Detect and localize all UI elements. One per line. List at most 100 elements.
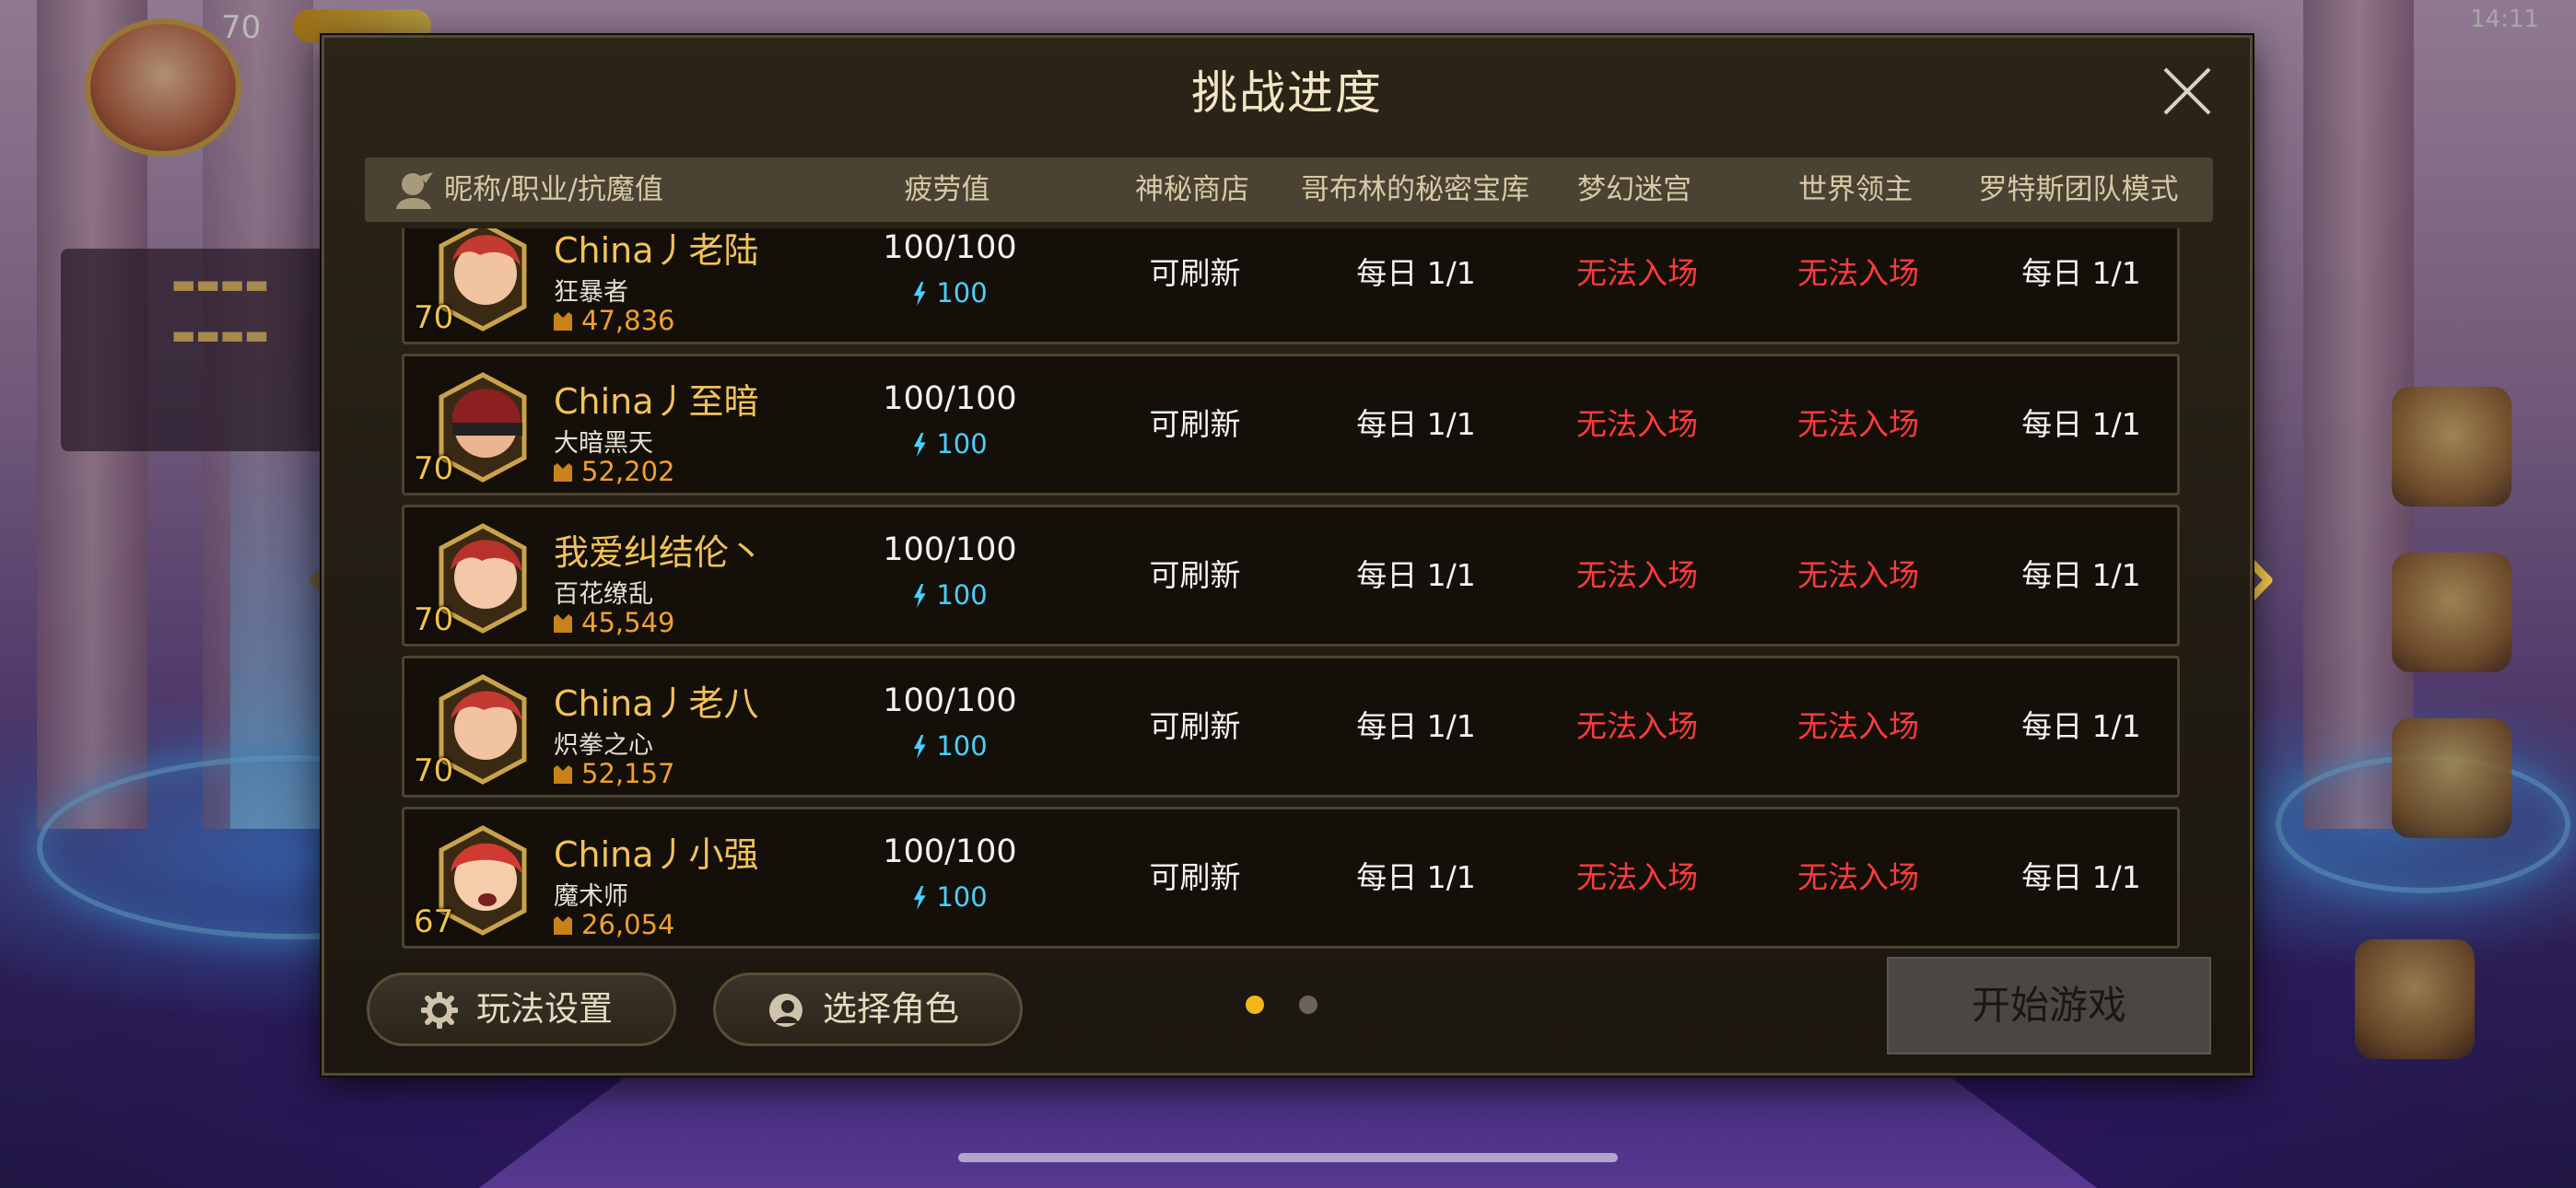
fatigue-value: 100/100 xyxy=(883,833,1017,870)
mystery-shop-status: 可刷新 xyxy=(1149,255,1241,291)
mystery-shop-status: 可刷新 xyxy=(1149,406,1241,442)
energy-value: 100 xyxy=(839,881,1060,913)
anti-magic-number: 26,054 xyxy=(581,909,675,940)
table-row[interactable]: 70 我爱纠结伦丶 百花缭乱 45,549 100/100 100 可刷新 每日… xyxy=(402,505,2180,646)
anti-magic-icon xyxy=(554,614,572,633)
header-nickname: 昵称/职业/抗魔值 xyxy=(444,173,663,206)
header-world-boss: 世界领主 xyxy=(1798,173,1913,206)
anti-magic-value: 26,054 xyxy=(554,909,674,940)
anti-magic-number: 52,157 xyxy=(581,758,675,789)
character-name: China丿老八 xyxy=(554,683,759,724)
start-game-button[interactable]: 开始游戏 xyxy=(1887,957,2211,1054)
character-class: 百花缭乱 xyxy=(554,580,653,609)
character-list[interactable]: 70 China丿老陆 狂暴者 47,836 100/100 100 可刷新 每… xyxy=(402,228,2180,976)
character-level: 70 xyxy=(414,601,454,638)
character-switch-icon xyxy=(769,994,802,1027)
header-fatigue: 疲劳值 xyxy=(904,173,990,206)
mystery-shop-status: 可刷新 xyxy=(1149,708,1241,744)
select-character-button[interactable]: 选择角色 xyxy=(713,973,1023,1046)
lotus-raid-status: 每日 1/1 xyxy=(2021,859,2141,895)
energy-value: 100 xyxy=(839,428,1060,460)
character-level: 70 xyxy=(414,450,454,487)
gameplay-settings-button[interactable]: 玩法设置 xyxy=(367,973,676,1046)
header-mystery-shop: 神秘商店 xyxy=(1135,173,1249,206)
table-row[interactable]: 67 China丿小强 魔术师 26,054 100/100 100 可刷新 每… xyxy=(402,807,2180,949)
anti-magic-value: 45,549 xyxy=(554,607,674,638)
character-name: 我爱纠结伦丶 xyxy=(554,532,765,573)
anti-magic-icon xyxy=(554,463,572,482)
dream-maze-status: 无法入场 xyxy=(1576,708,1698,744)
anti-magic-icon xyxy=(554,765,572,784)
character-silhouette-icon xyxy=(396,172,433,209)
lightning-icon xyxy=(913,886,926,910)
select-character-label: 选择角色 xyxy=(823,989,959,1029)
character-level: 67 xyxy=(414,903,454,940)
dream-maze-status: 无法入场 xyxy=(1576,406,1698,442)
anti-magic-value: 47,836 xyxy=(554,305,674,336)
lightning-icon xyxy=(913,735,926,759)
fatigue-value: 100/100 xyxy=(883,229,1017,266)
fatigue-value: 100/100 xyxy=(883,531,1017,568)
energy-value: 100 xyxy=(839,579,1060,611)
energy-value: 100 xyxy=(839,730,1060,762)
lightning-icon xyxy=(913,584,926,608)
gameplay-settings-label: 玩法设置 xyxy=(476,989,613,1029)
character-class: 炽拳之心 xyxy=(554,731,653,760)
anti-magic-icon xyxy=(554,916,572,935)
energy-number: 100 xyxy=(936,730,988,762)
character-level: 70 xyxy=(414,299,454,336)
character-level: 70 xyxy=(414,752,454,789)
close-icon[interactable] xyxy=(2161,65,2213,117)
mystery-shop-status: 可刷新 xyxy=(1149,557,1241,593)
world-boss-status: 无法入场 xyxy=(1797,406,1919,442)
page-dot[interactable] xyxy=(1299,996,1317,1014)
home-indicator[interactable] xyxy=(958,1153,1618,1162)
energy-number: 100 xyxy=(936,579,988,611)
character-class: 大暗黑天 xyxy=(554,429,653,458)
goblin-vault-status: 每日 1/1 xyxy=(1356,557,1476,593)
world-boss-status: 无法入场 xyxy=(1797,255,1919,291)
table-row[interactable]: 70 China丿至暗 大暗黑天 52,202 100/100 100 可刷新 … xyxy=(402,354,2180,495)
dream-maze-status: 无法入场 xyxy=(1576,557,1698,593)
header-dream-maze: 梦幻迷宫 xyxy=(1577,173,1692,206)
character-class: 狂暴者 xyxy=(554,278,628,307)
goblin-vault-status: 每日 1/1 xyxy=(1356,708,1476,744)
character-name: China丿至暗 xyxy=(554,381,759,422)
lotus-raid-status: 每日 1/1 xyxy=(2021,557,2141,593)
anti-magic-value: 52,202 xyxy=(554,456,674,487)
anti-magic-number: 45,549 xyxy=(581,607,675,638)
header-lotus-raid: 罗特斯团队模式 xyxy=(1978,173,2179,206)
energy-value: 100 xyxy=(839,277,1060,309)
goblin-vault-status: 每日 1/1 xyxy=(1356,255,1476,291)
lotus-raid-status: 每日 1/1 xyxy=(2021,255,2141,291)
lightning-icon xyxy=(913,282,926,306)
table-header: 昵称/职业/抗魔值 疲劳值 神秘商店 哥布林的秘密宝库 梦幻迷宫 世界领主 罗特… xyxy=(365,157,2213,222)
header-goblin-vault: 哥布林的秘密宝库 xyxy=(1301,173,1529,206)
character-name: China丿小强 xyxy=(554,834,759,875)
dialog-title: 挑战进度 xyxy=(1191,66,1383,120)
dream-maze-status: 无法入场 xyxy=(1576,255,1698,291)
goblin-vault-status: 每日 1/1 xyxy=(1356,859,1476,895)
anti-magic-value: 52,157 xyxy=(554,758,674,789)
character-name: China丿老陆 xyxy=(554,230,759,271)
energy-number: 100 xyxy=(936,881,988,913)
world-boss-status: 无法入场 xyxy=(1797,708,1919,744)
world-boss-status: 无法入场 xyxy=(1797,859,1919,895)
table-row[interactable]: 70 China丿老八 炽拳之心 52,157 100/100 100 可刷新 … xyxy=(402,656,2180,798)
table-row[interactable]: 70 China丿老陆 狂暴者 47,836 100/100 100 可刷新 每… xyxy=(402,228,2180,344)
gear-icon xyxy=(421,992,458,1029)
challenge-progress-dialog: 挑战进度 昵称/职业/抗魔值 疲劳值 神秘商店 哥布林的秘密宝库 梦幻迷宫 世界… xyxy=(322,35,2253,1076)
goblin-vault-status: 每日 1/1 xyxy=(1356,406,1476,442)
anti-magic-number: 52,202 xyxy=(581,456,675,487)
energy-number: 100 xyxy=(936,428,988,460)
lotus-raid-status: 每日 1/1 xyxy=(2021,406,2141,442)
energy-number: 100 xyxy=(936,277,988,309)
dream-maze-status: 无法入场 xyxy=(1576,859,1698,895)
world-boss-status: 无法入场 xyxy=(1797,557,1919,593)
fatigue-value: 100/100 xyxy=(883,682,1017,719)
anti-magic-number: 47,836 xyxy=(581,305,675,336)
character-class: 魔术师 xyxy=(554,882,628,911)
mystery-shop-status: 可刷新 xyxy=(1149,859,1241,895)
lightning-icon xyxy=(913,433,926,457)
page-dot-active[interactable] xyxy=(1246,996,1264,1014)
